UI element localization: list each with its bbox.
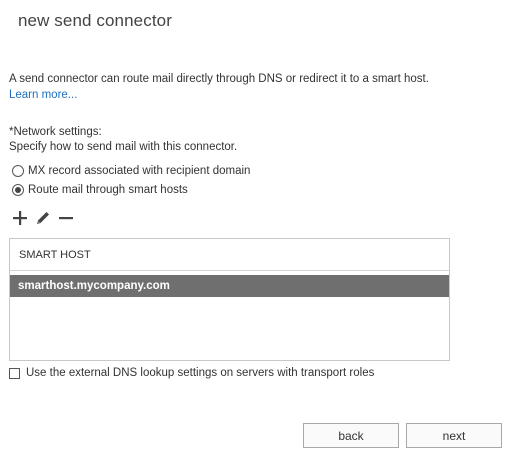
smart-host-list: SMART HOST smarthost.mycompany.com [9, 238, 450, 361]
radio-mx-record[interactable]: MX record associated with recipient doma… [12, 165, 250, 177]
network-settings-section: *Network settings: Specify how to send m… [9, 125, 237, 155]
add-icon [13, 211, 27, 225]
remove-icon [59, 217, 73, 220]
edit-button[interactable] [33, 208, 53, 228]
back-button[interactable]: back [303, 423, 399, 448]
remove-button[interactable] [56, 208, 76, 228]
network-settings-description: Specify how to send mail with this conne… [9, 141, 238, 153]
network-settings-label: *Network settings: [9, 126, 102, 138]
radio-smart-hosts-label: Route mail through smart hosts [28, 184, 188, 196]
new-send-connector-dialog: new send connector A send connector can … [0, 0, 505, 455]
intro-text: A send connector can route mail directly… [9, 73, 429, 85]
external-dns-label: Use the external DNS lookup settings on … [26, 367, 375, 379]
smart-host-column-header[interactable]: SMART HOST [10, 239, 449, 271]
next-button[interactable]: next [406, 423, 502, 448]
smart-host-toolbar [10, 208, 79, 228]
list-item[interactable]: smarthost.mycompany.com [10, 275, 449, 297]
page-title: new send connector [18, 11, 172, 30]
smart-host-name: smarthost.mycompany.com [18, 280, 170, 292]
intro-section: A send connector can route mail directly… [9, 71, 429, 103]
radio-smart-hosts[interactable]: Route mail through smart hosts [12, 184, 188, 196]
external-dns-checkbox[interactable] [9, 367, 20, 379]
radio-button-unselected[interactable] [12, 165, 24, 177]
edit-icon [37, 212, 49, 224]
external-dns-option[interactable]: Use the external DNS lookup settings on … [9, 367, 374, 379]
radio-button-selected[interactable] [12, 184, 24, 196]
radio-mx-record-label: MX record associated with recipient doma… [28, 165, 251, 177]
learn-more-link[interactable]: Learn more... [9, 89, 77, 101]
add-button[interactable] [10, 208, 30, 228]
